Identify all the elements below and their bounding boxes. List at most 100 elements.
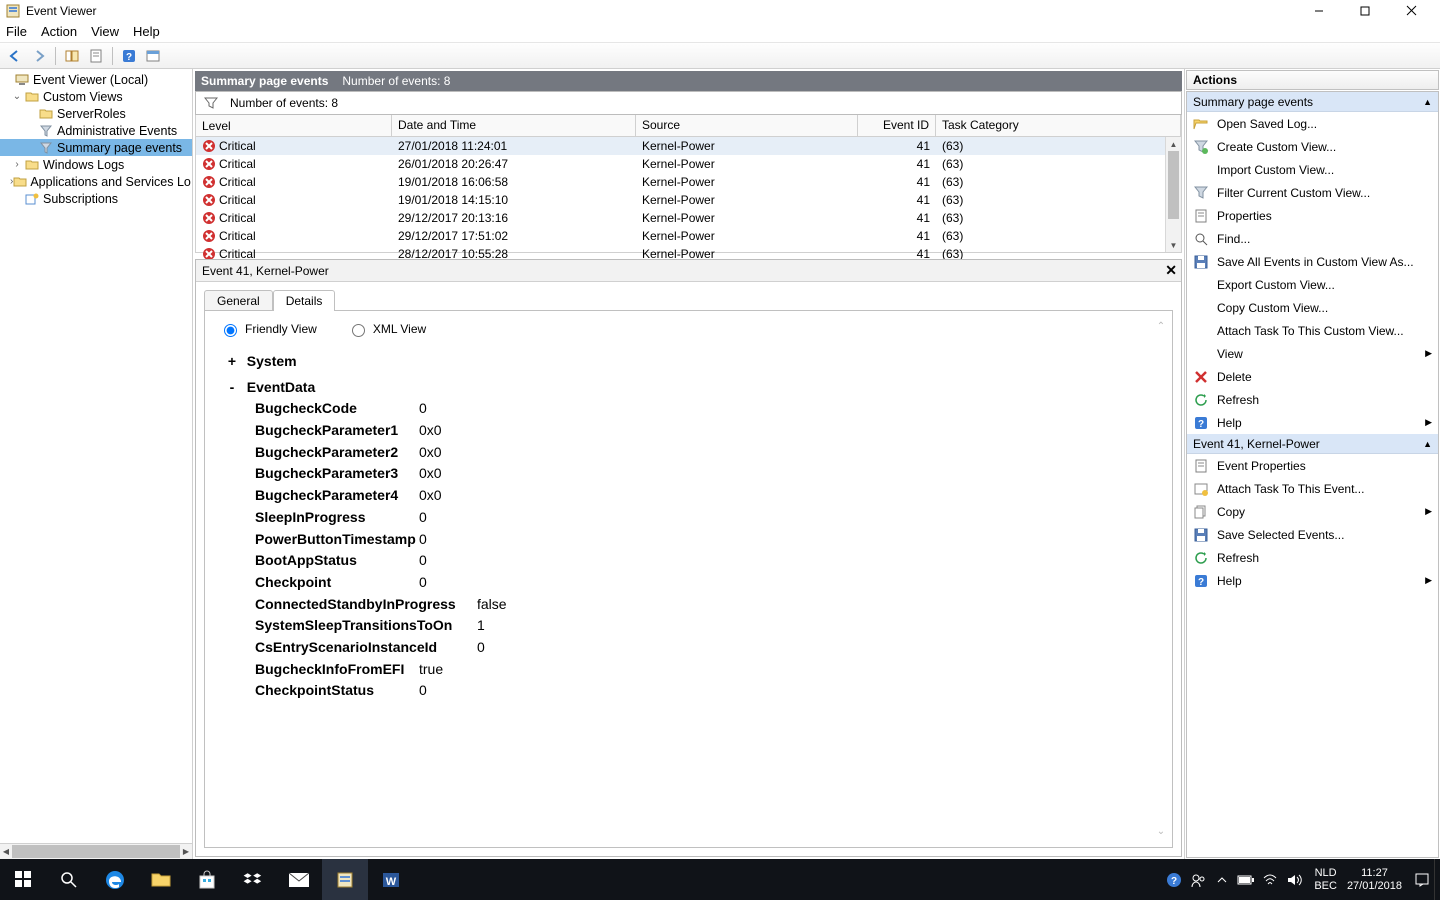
- svg-text:?: ?: [1198, 419, 1204, 430]
- back-button[interactable]: [4, 45, 26, 67]
- action-properties[interactable]: Properties: [1187, 204, 1438, 227]
- action-refresh[interactable]: Refresh: [1187, 388, 1438, 411]
- event-row[interactable]: Critical29/12/2017 17:51:02Kernel-Power4…: [196, 227, 1165, 245]
- event-row[interactable]: Critical27/01/2018 11:24:01Kernel-Power4…: [196, 137, 1165, 155]
- event-row[interactable]: Critical29/12/2017 20:13:16Kernel-Power4…: [196, 209, 1165, 227]
- menu-action[interactable]: Action: [41, 24, 77, 39]
- preview-v-scrollbar[interactable]: ⌃⌄: [1154, 321, 1168, 837]
- tree-admin-events[interactable]: Administrative Events: [0, 122, 192, 139]
- action-create-custom-view[interactable]: Create Custom View...: [1187, 135, 1438, 158]
- filter-count: Number of events: 8: [230, 96, 338, 110]
- expand-icon[interactable]: ›: [10, 159, 24, 170]
- preview-close-button[interactable]: ✕: [1165, 262, 1177, 279]
- search-button[interactable]: [46, 859, 92, 900]
- blank-icon: [1193, 300, 1209, 316]
- menu-help[interactable]: Help: [133, 24, 160, 39]
- action-filter-current-custom-view[interactable]: Filter Current Custom View...: [1187, 181, 1438, 204]
- tree-subscriptions[interactable]: Subscriptions: [0, 190, 192, 207]
- help-icon: ?: [1193, 415, 1209, 431]
- view-button[interactable]: [142, 45, 164, 67]
- action-save-selected-events[interactable]: Save Selected Events...: [1187, 523, 1438, 546]
- folder-icon: [13, 175, 27, 189]
- tray-battery-icon[interactable]: [1234, 859, 1258, 900]
- event-field: BugcheckInfoFromEFItrue: [255, 659, 1158, 681]
- help-button[interactable]: ?: [118, 45, 140, 67]
- task-word[interactable]: W: [368, 859, 414, 900]
- tab-general[interactable]: General: [204, 290, 273, 311]
- system-node[interactable]: + System: [225, 351, 1158, 373]
- tree-server-roles[interactable]: ServerRoles: [0, 105, 192, 122]
- taskbar-clock[interactable]: NLDBEC 11:2727/01/2018: [1306, 867, 1410, 892]
- tree-summary-page-events[interactable]: Summary page events: [0, 139, 192, 156]
- maximize-button[interactable]: [1342, 0, 1388, 21]
- actions-section-1[interactable]: Summary page events▲: [1187, 92, 1438, 112]
- col-date[interactable]: Date and Time: [392, 115, 636, 136]
- action-help[interactable]: ?Help▶: [1187, 411, 1438, 434]
- task-store[interactable]: [184, 859, 230, 900]
- tray-wifi-icon[interactable]: [1258, 859, 1282, 900]
- save-icon: [1193, 527, 1209, 543]
- grid-v-scrollbar[interactable]: ▲▼: [1165, 137, 1181, 252]
- titlebar: Event Viewer: [0, 0, 1440, 21]
- task-file-explorer[interactable]: [138, 859, 184, 900]
- menu-view[interactable]: View: [91, 24, 119, 39]
- refresh-icon: [1193, 392, 1209, 408]
- action-save-all-events-in-custom-view-as[interactable]: Save All Events in Custom View As...: [1187, 250, 1438, 273]
- action-event-properties[interactable]: Event Properties: [1187, 454, 1438, 477]
- tree-windows-logs[interactable]: › Windows Logs: [0, 156, 192, 173]
- tray-chevron-up-icon[interactable]: [1210, 859, 1234, 900]
- action-copy[interactable]: Copy▶: [1187, 500, 1438, 523]
- tree-h-scrollbar[interactable]: ◀▶: [0, 843, 192, 859]
- svg-text:?: ?: [1198, 577, 1204, 588]
- action-open-saved-log[interactable]: Open Saved Log...: [1187, 112, 1438, 135]
- task-edge[interactable]: [92, 859, 138, 900]
- event-row[interactable]: Critical19/01/2018 16:06:58Kernel-Power4…: [196, 173, 1165, 191]
- event-row[interactable]: Critical26/01/2018 20:26:47Kernel-Power4…: [196, 155, 1165, 173]
- col-source[interactable]: Source: [636, 115, 858, 136]
- eventdata-node[interactable]: - EventData: [225, 377, 1158, 399]
- action-help[interactable]: ?Help▶: [1187, 569, 1438, 592]
- radio-friendly-view[interactable]: Friendly View: [219, 321, 317, 337]
- tree-custom-views[interactable]: ⌄ Custom Views: [0, 88, 192, 105]
- action-view[interactable]: View▶: [1187, 342, 1438, 365]
- tray-people-icon[interactable]: [1186, 859, 1210, 900]
- action-export-custom-view[interactable]: Export Custom View...: [1187, 273, 1438, 296]
- grid-columns: Level Date and Time Source Event ID Task…: [195, 115, 1182, 137]
- action-attach-task-to-this-event[interactable]: Attach Task To This Event...: [1187, 477, 1438, 500]
- action-delete[interactable]: Delete: [1187, 365, 1438, 388]
- action-attach-task-to-this-custom-view[interactable]: Attach Task To This Custom View...: [1187, 319, 1438, 342]
- actions-section-2[interactable]: Event 41, Kernel-Power▲: [1187, 434, 1438, 454]
- col-level[interactable]: Level: [196, 115, 392, 136]
- action-import-custom-view[interactable]: Import Custom View...: [1187, 158, 1438, 181]
- tree-root[interactable]: Event Viewer (Local): [0, 71, 192, 88]
- collapse-icon[interactable]: ⌄: [10, 91, 24, 102]
- action-copy-custom-view[interactable]: Copy Custom View...: [1187, 296, 1438, 319]
- task-mail[interactable]: [276, 859, 322, 900]
- menu-file[interactable]: File: [6, 24, 27, 39]
- minimize-button[interactable]: [1296, 0, 1342, 21]
- navigation-tree: Event Viewer (Local) ⌄ Custom Views Serv…: [0, 69, 193, 859]
- event-row[interactable]: Critical19/01/2018 14:15:10Kernel-Power4…: [196, 191, 1165, 209]
- task-event-viewer[interactable]: [322, 859, 368, 900]
- col-category[interactable]: Task Category: [936, 115, 1181, 136]
- action-refresh[interactable]: Refresh: [1187, 546, 1438, 569]
- close-button[interactable]: [1388, 0, 1434, 21]
- forward-button[interactable]: [28, 45, 50, 67]
- properties-button[interactable]: [85, 45, 107, 67]
- task-dropbox[interactable]: [230, 859, 276, 900]
- tray-help-icon[interactable]: ?: [1162, 859, 1186, 900]
- action-find[interactable]: Find...: [1187, 227, 1438, 250]
- menubar: File Action View Help: [0, 21, 1440, 43]
- grid-title: Summary page events: [201, 74, 328, 88]
- tab-details[interactable]: Details: [273, 290, 336, 311]
- radio-xml-view[interactable]: XML View: [347, 321, 426, 337]
- grid-header: Summary page events Number of events: 8: [195, 71, 1182, 91]
- tray-volume-icon[interactable]: [1282, 859, 1306, 900]
- start-button[interactable]: [0, 859, 46, 900]
- tree-app-services-logs[interactable]: › Applications and Services Lo: [0, 173, 192, 190]
- show-hide-tree-button[interactable]: [61, 45, 83, 67]
- svg-text:?: ?: [126, 52, 132, 63]
- col-eventid[interactable]: Event ID: [858, 115, 936, 136]
- show-desktop-button[interactable]: [1434, 859, 1440, 900]
- tray-notifications-icon[interactable]: [1410, 859, 1434, 900]
